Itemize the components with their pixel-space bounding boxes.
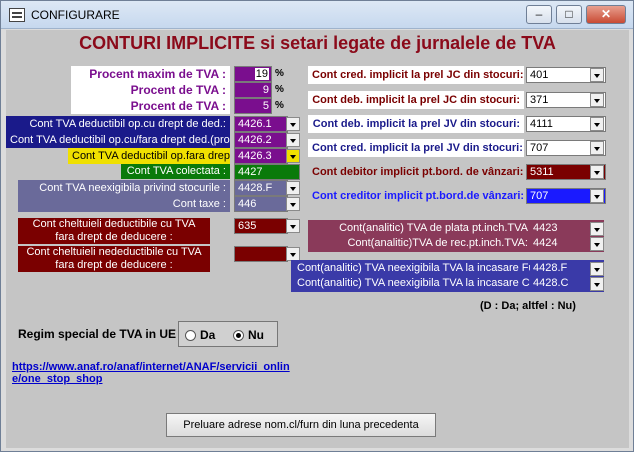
- vat-percent-2-label: Procent de TVA :: [71, 82, 230, 98]
- close-icon: ✕: [600, 7, 612, 21]
- eu-vat-regime-group: Da Nu: [178, 321, 278, 347]
- vat-suppliers-field[interactable]: 4428.F: [530, 261, 590, 277]
- vat-deductible-field[interactable]: 4426.1: [234, 116, 288, 132]
- minimize-icon: –: [535, 7, 543, 21]
- chevron-down-icon[interactable]: [286, 219, 300, 233]
- vat-percent-3-label: Procent de TVA :: [71, 98, 230, 114]
- option-da-label: Da: [200, 328, 216, 342]
- chevron-down-icon[interactable]: [286, 133, 300, 147]
- chevron-down-icon[interactable]: [590, 68, 604, 82]
- vat-prorata-label: Cont TVA deductibil op.cu/fara drept ded…: [6, 132, 230, 148]
- percent-sign: %: [275, 100, 284, 111]
- vat-percent-3-input[interactable]: 5: [234, 98, 272, 114]
- vat-max-percent-label: Procent maxim de TVA :: [71, 66, 230, 82]
- close-button[interactable]: ✕: [586, 5, 626, 24]
- vat-collected-field[interactable]: 4427: [234, 164, 300, 180]
- yes-no-note: (D : Da; altfel : Nu): [480, 300, 576, 312]
- jc-debit-label: Cont deb. implicit la prel JC din stocur…: [308, 91, 524, 109]
- chevron-down-icon[interactable]: [590, 277, 604, 291]
- option-nu[interactable]: Nu: [233, 328, 264, 342]
- percent-sign: %: [275, 68, 284, 79]
- chevron-down-icon[interactable]: [286, 149, 300, 163]
- chevron-down-icon[interactable]: [286, 247, 300, 261]
- chevron-down-icon[interactable]: [590, 222, 604, 236]
- eu-vat-regime-label: Regim special de TVA in UE: [18, 327, 177, 341]
- minimize-button[interactable]: –: [526, 5, 552, 24]
- chevron-down-icon[interactable]: [590, 141, 604, 155]
- expense-deductible-label: Cont cheltuieli deductibile cu TVA fara …: [18, 218, 210, 244]
- jc-credit-label: Cont cred. implicit la prel JC din stocu…: [308, 66, 524, 84]
- vat-stock-label: Cont TVA neexigibila privind stocurile :: [18, 180, 230, 196]
- vat-nondeductible-label: Cont TVA deductibil op.fara drept ded.: [68, 148, 230, 164]
- vat-nondeductible-field[interactable]: 4426.3: [234, 148, 288, 164]
- expense-nondeductible-label: Cont cheltuieli nedeductibile cu TVA far…: [18, 246, 210, 272]
- vat-prorata-field[interactable]: 4426.2: [234, 132, 288, 148]
- vat-suppliers-label: Cont(analitic) TVA neexigibila TVA la in…: [297, 262, 531, 274]
- option-nu-label: Nu: [248, 328, 264, 342]
- jv-credit-label: Cont cred. implicit la prel JV din stocu…: [308, 139, 524, 157]
- chevron-down-icon[interactable]: [590, 189, 604, 203]
- radio-nu-icon[interactable]: [233, 330, 244, 342]
- chevron-down-icon[interactable]: [286, 181, 300, 195]
- chevron-down-icon[interactable]: [286, 117, 300, 131]
- sales-credit-label: Cont creditor implicit pt.bord.de vânzar…: [312, 190, 524, 202]
- maximize-button[interactable]: □: [556, 5, 582, 24]
- chevron-down-icon[interactable]: [590, 93, 604, 107]
- anaf-link-line-2: e/one_stop_shop: [12, 373, 103, 385]
- percent-sign: %: [275, 84, 284, 95]
- app-icon: [9, 8, 25, 22]
- expense-nondeductible-field[interactable]: [234, 246, 288, 262]
- anaf-link[interactable]: https://www.anaf.ro/anaf/internet/ANAF/s…: [12, 361, 290, 385]
- vat-payable-label: Cont(analitic) TVA de plata pt.inch.TVA: [339, 222, 528, 234]
- vat-clients-label: Cont(analitic) TVA neexigibila TVA la in…: [297, 277, 531, 289]
- jv-debit-label: Cont deb. implicit la prel JV din stocur…: [308, 115, 524, 133]
- expense-deductible-field[interactable]: 635: [234, 218, 288, 234]
- radio-da-icon[interactable]: [185, 330, 196, 342]
- vat-recoverable-field[interactable]: 4424: [530, 236, 590, 252]
- sales-debit-label: Cont debitor implicit pt.bord. de vânzar…: [312, 166, 524, 178]
- chevron-down-icon[interactable]: [590, 117, 604, 131]
- vat-stock-field[interactable]: 4428.F: [234, 180, 288, 196]
- form-body: CONTURI IMPLICITE si setari legate de ju…: [6, 30, 629, 448]
- option-da[interactable]: Da: [185, 328, 215, 342]
- page-title: CONTURI IMPLICITE si setari legate de ju…: [79, 33, 556, 53]
- chevron-down-icon[interactable]: [590, 165, 604, 179]
- vat-collected-label: Cont TVA colectata :: [121, 164, 230, 179]
- tax-account-label: Cont taxe :: [18, 196, 230, 212]
- window-title: CONFIGURARE: [31, 8, 120, 22]
- anaf-link-line-1: https://www.anaf.ro/anaf/internet/ANAF/s…: [12, 361, 290, 373]
- chevron-down-icon[interactable]: [590, 237, 604, 251]
- load-addresses-button[interactable]: Preluare adrese nom.cl/furn din luna pre…: [166, 413, 436, 437]
- vat-payable-field[interactable]: 4423: [530, 221, 590, 237]
- configurare-window: CONFIGURARE – □ ✕ CONTURI IMPLICITE si s…: [0, 0, 634, 452]
- vat-percent-2-input[interactable]: 9: [234, 82, 272, 98]
- tax-account-field[interactable]: 446: [234, 196, 288, 212]
- vat-recoverable-label: Cont(analitic)TVA de rec.pt.inch.TVA:: [347, 237, 528, 249]
- vat-deductible-label: Cont TVA deductibil op.cu drept de ded.:: [6, 116, 230, 132]
- vat-clients-field[interactable]: 4428.C: [530, 276, 590, 292]
- title-bar: CONFIGURARE – □ ✕: [1, 1, 633, 29]
- vat-max-percent-value: 19: [254, 68, 269, 80]
- chevron-down-icon[interactable]: [286, 197, 300, 211]
- vat-max-percent-input[interactable]: 19: [234, 66, 272, 82]
- maximize-icon: □: [565, 7, 573, 21]
- chevron-down-icon[interactable]: [590, 262, 604, 276]
